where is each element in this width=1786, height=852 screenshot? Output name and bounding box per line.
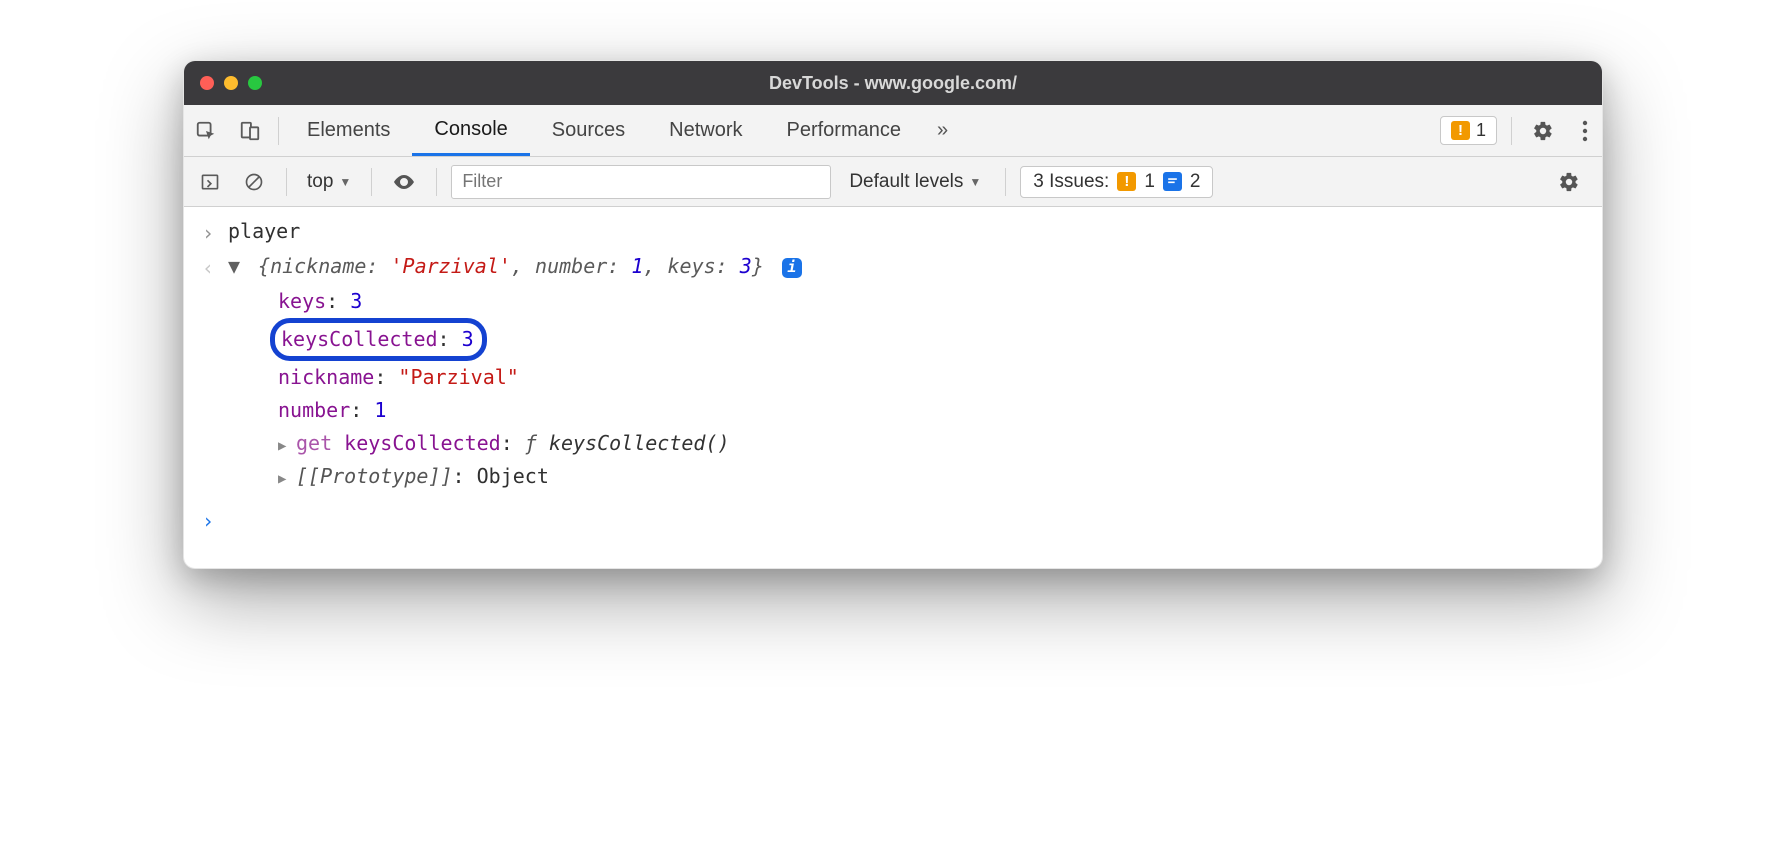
- object-summary-line[interactable]: ▼ {nickname: 'Parzival', number: 1, keys…: [228, 250, 802, 283]
- console-filter-input[interactable]: [451, 165, 831, 199]
- object-property-row[interactable]: nickname: "Parzival": [198, 361, 1588, 394]
- separator: [278, 117, 279, 145]
- highlight-ring: keysCollected: 3: [270, 318, 487, 361]
- prop-key: keysCollected: [281, 327, 438, 351]
- object-property-row[interactable]: number: 1: [198, 394, 1588, 427]
- prop-key: keys: [278, 289, 326, 313]
- tab-performance[interactable]: Performance: [765, 105, 924, 156]
- object-info-icon[interactable]: i: [782, 258, 802, 278]
- more-tabs-button[interactable]: »: [923, 105, 962, 156]
- prop-key: nickname: [278, 365, 374, 389]
- context-label: top: [307, 171, 333, 193]
- main-tabbar: Elements Console Sources Network Perform…: [184, 105, 1602, 157]
- execution-context-picker[interactable]: top ▼: [301, 171, 357, 193]
- tabbar-issues-button[interactable]: ! 1: [1440, 116, 1497, 145]
- console-output: › player ‹ ▼ {nickname: 'Parzival', numb…: [184, 207, 1602, 568]
- devtools-window: DevTools - www.google.com/ Elements Cons…: [183, 60, 1603, 569]
- separator: [1511, 117, 1512, 145]
- tab-network[interactable]: Network: [647, 105, 764, 156]
- window-title: DevTools - www.google.com/: [184, 73, 1602, 94]
- settings-icon[interactable]: [1518, 120, 1568, 142]
- disclosure-triangle-open-icon[interactable]: ▼: [228, 250, 246, 283]
- close-window-icon[interactable]: [200, 76, 214, 90]
- warning-icon: !: [1117, 172, 1136, 191]
- issues-summary-button[interactable]: 3 Issues: ! 1 2: [1020, 166, 1213, 198]
- tab-console[interactable]: Console: [412, 105, 529, 156]
- function-name: keysCollected(): [549, 431, 730, 455]
- console-input-row: › player: [198, 215, 1588, 250]
- disclosure-triangle-closed-icon[interactable]: ▶: [278, 468, 296, 491]
- log-levels-picker[interactable]: Default levels ▼: [839, 171, 991, 193]
- warning-icon: !: [1451, 121, 1470, 140]
- console-empty-prompt[interactable]: ›: [198, 503, 1588, 538]
- device-toolbar-icon[interactable]: [228, 105, 272, 156]
- separator: [1005, 168, 1006, 196]
- getter-name: keysCollected: [344, 431, 501, 455]
- tab-sources[interactable]: Sources: [530, 105, 647, 156]
- object-prototype-row[interactable]: ▶[[Prototype]]: Object: [198, 460, 1588, 493]
- input-prompt-icon: ›: [198, 503, 218, 538]
- prototype-value: Object: [477, 464, 549, 488]
- disclosure-triangle-closed-icon[interactable]: ▶: [278, 435, 296, 458]
- prop-value: "Parzival": [398, 365, 518, 389]
- getter-prefix: get: [296, 431, 344, 455]
- object-getter-row[interactable]: ▶get keysCollected: ƒ keysCollected(): [198, 427, 1588, 460]
- info-icon: [1163, 172, 1182, 191]
- inspect-element-icon[interactable]: [184, 105, 228, 156]
- dropdown-icon: ▼: [339, 175, 351, 189]
- more-options-icon[interactable]: [1568, 120, 1602, 142]
- object-property-row-highlighted[interactable]: keysCollected: 3: [198, 318, 1588, 361]
- console-sidebar-toggle-icon[interactable]: [192, 172, 228, 192]
- console-toolbar: top ▼ Default levels ▼ 3 Issues: ! 1 2: [184, 157, 1602, 207]
- console-settings-icon[interactable]: [1544, 171, 1594, 193]
- issues-label: 3 Issues:: [1033, 171, 1109, 193]
- prop-key: number: [278, 398, 350, 422]
- tabbar-issues-count: 1: [1476, 120, 1486, 141]
- traffic-lights: [200, 76, 262, 90]
- prototype-key: [[Prototype]]: [296, 464, 453, 488]
- console-input-text: player: [228, 215, 300, 248]
- panel-tabs: Elements Console Sources Network Perform…: [285, 105, 962, 156]
- input-prompt-icon: ›: [198, 215, 218, 250]
- live-expression-icon[interactable]: [386, 170, 422, 194]
- prop-value: 3: [350, 289, 362, 313]
- separator: [436, 168, 437, 196]
- prop-value: 1: [374, 398, 386, 422]
- window-titlebar: DevTools - www.google.com/: [184, 61, 1602, 105]
- separator: [371, 168, 372, 196]
- console-result-row: ‹ ▼ {nickname: 'Parzival', number: 1, ke…: [198, 250, 1588, 285]
- clear-console-icon[interactable]: [236, 172, 272, 192]
- levels-label: Default levels: [849, 171, 963, 193]
- object-summary: {nickname: 'Parzival', number: 1, keys: …: [258, 254, 776, 278]
- tab-elements[interactable]: Elements: [285, 105, 412, 156]
- issues-warn-count: 1: [1144, 171, 1155, 193]
- zoom-window-icon[interactable]: [248, 76, 262, 90]
- dropdown-icon: ▼: [969, 175, 981, 189]
- minimize-window-icon[interactable]: [224, 76, 238, 90]
- output-prompt-icon: ‹: [198, 250, 218, 285]
- issues-info-count: 2: [1190, 171, 1201, 193]
- prop-value: 3: [462, 327, 474, 351]
- filter-text-field[interactable]: [462, 171, 820, 192]
- object-property-row[interactable]: keys: 3: [198, 285, 1588, 318]
- separator: [286, 168, 287, 196]
- function-keyword: ƒ: [525, 431, 549, 455]
